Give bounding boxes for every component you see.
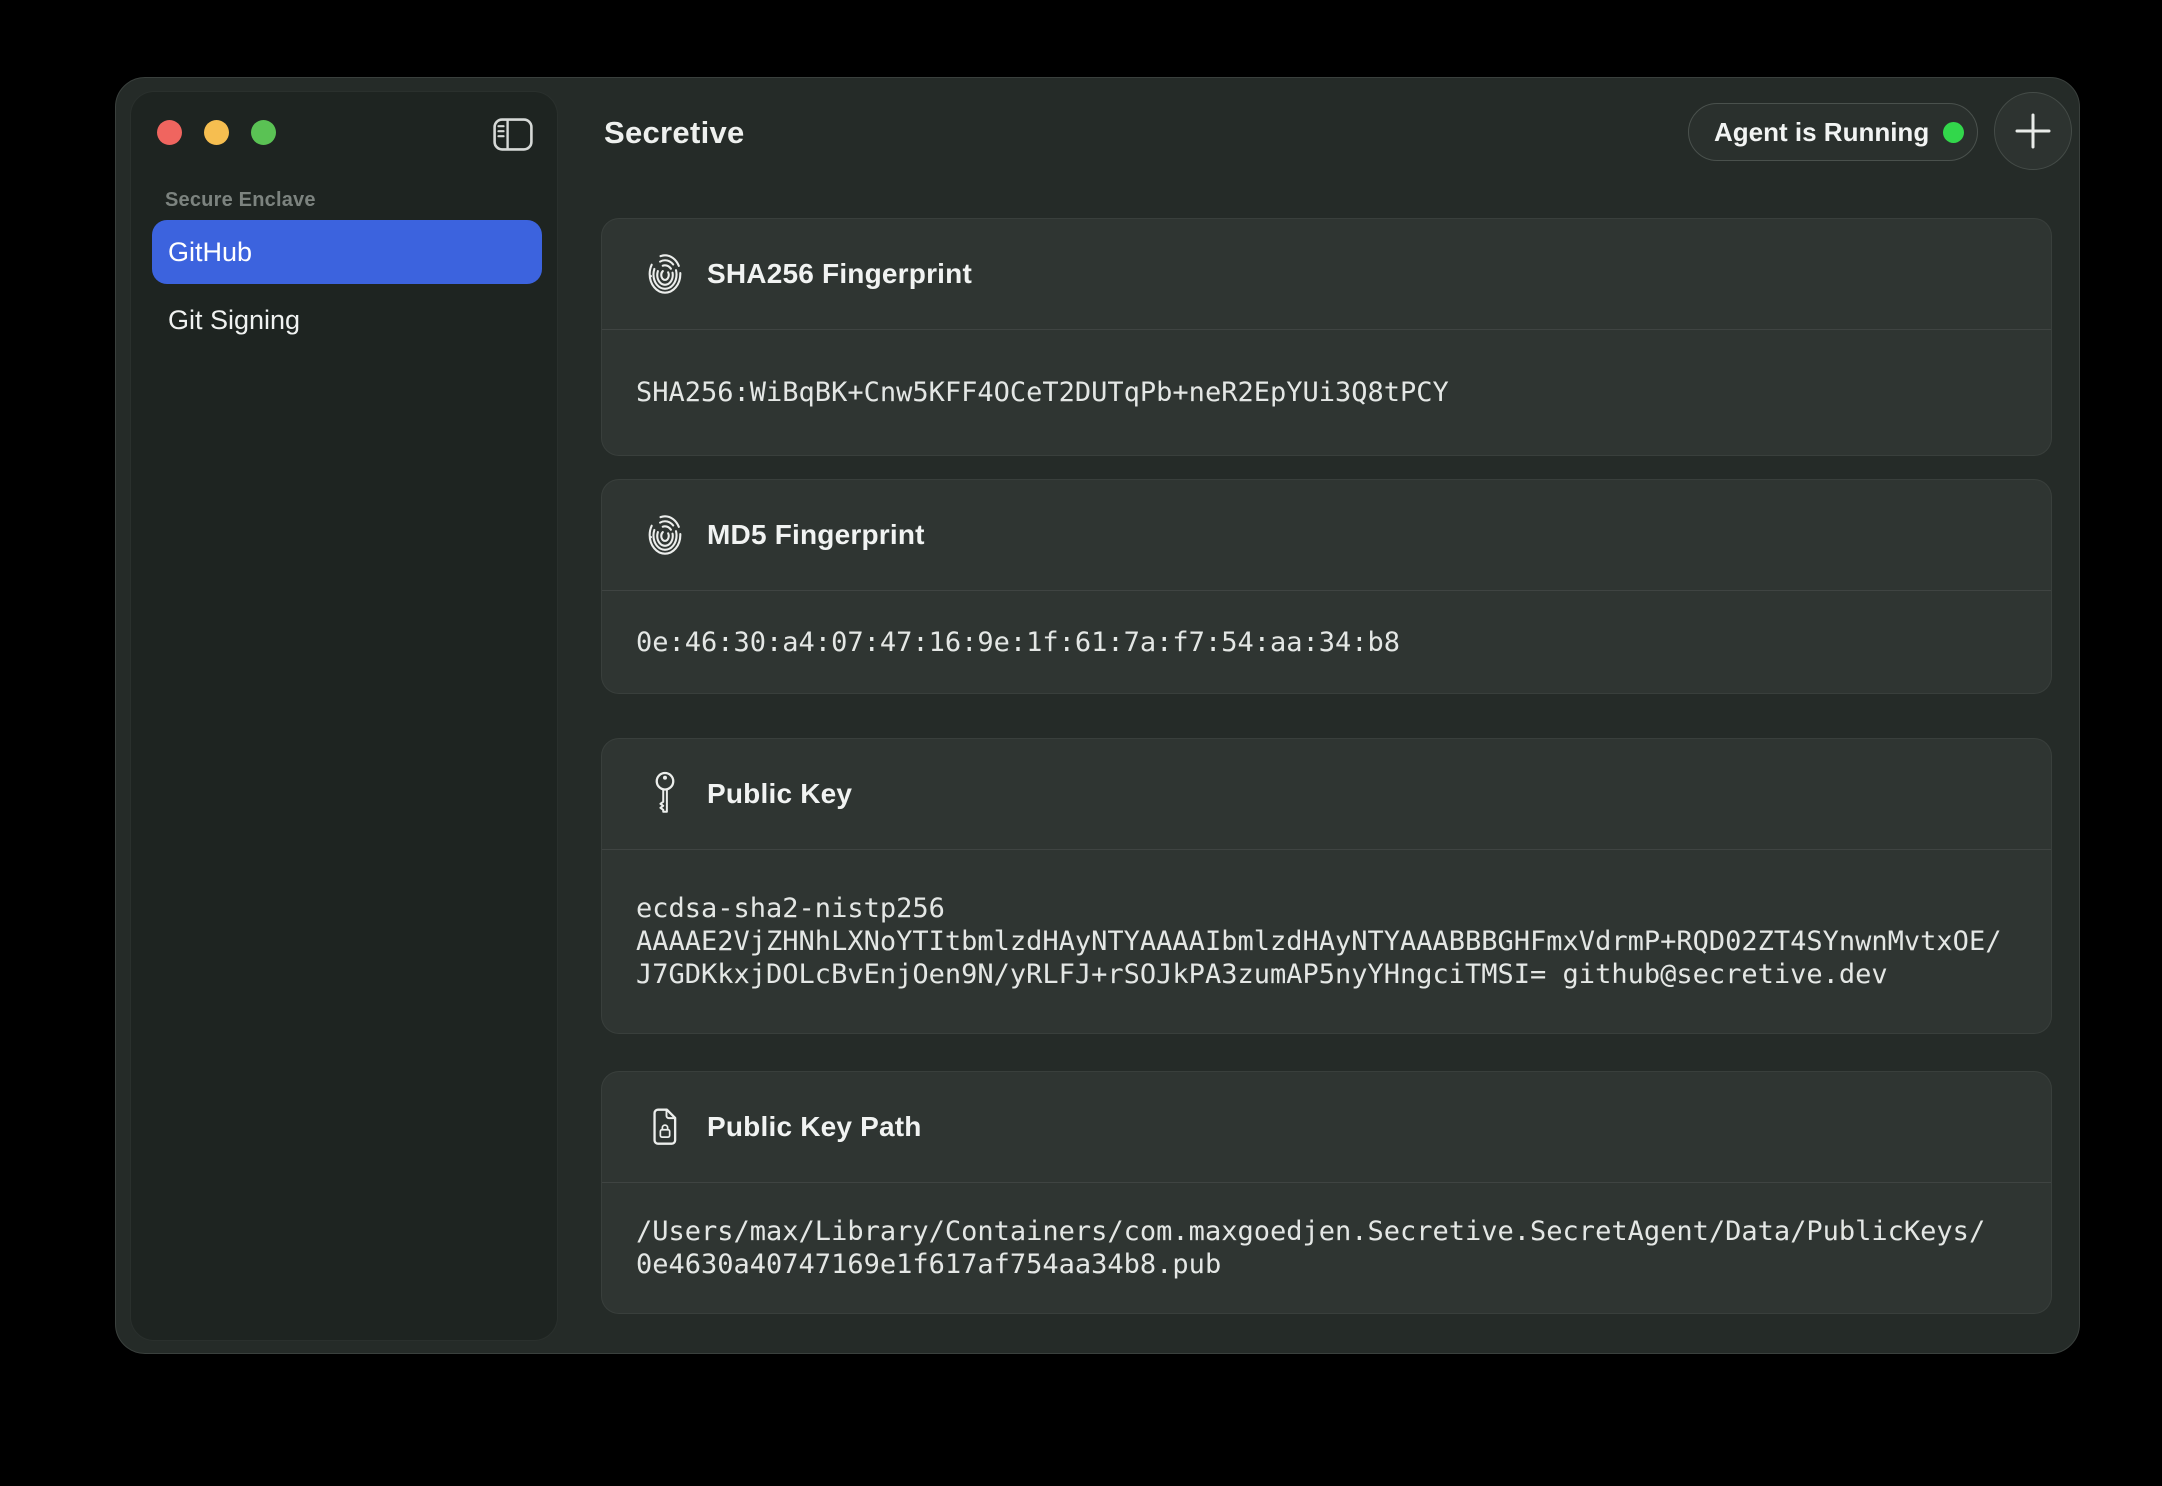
card-public-key: Public Key ecdsa-sha2-nistp256 AAAAE2VjZ… [601,738,2052,1034]
key-icon [645,771,685,817]
agent-status-label: Agent is Running [1714,117,1929,148]
card-header: Public Key [602,739,2051,849]
card-title: Public Key [707,778,852,810]
sha256-fingerprint-value: SHA256:WiBqBK+Cnw5KFF4OCeT2DUTqPb+neR2Ep… [636,376,1449,409]
close-button[interactable] [157,120,182,145]
agent-running-dot [1943,122,1964,143]
card-header: MD5 Fingerprint [602,480,2051,590]
sidebar-toggle-button[interactable] [493,116,537,152]
sidebar-section-header: Secure Enclave [165,189,316,212]
card-title: SHA256 Fingerprint [707,258,972,290]
card-title: MD5 Fingerprint [707,519,925,551]
desktop: Secure Enclave GitHub Git Signing Secret… [0,0,2162,1486]
card-body: SHA256:WiBqBK+Cnw5KFF4OCeT2DUTqPb+neR2Ep… [602,329,2051,455]
public-key-value: ecdsa-sha2-nistp256 AAAAE2VjZHNhLXNoYTIt… [636,892,2001,991]
card-md5-fingerprint: MD5 Fingerprint 0e:46:30:a4:07:47:16:9e:… [601,479,2052,694]
sidebar-item-label: GitHub [168,237,252,268]
public-key-path-value: /Users/max/Library/Containers/com.maxgoe… [636,1215,1985,1281]
doc-lock-icon [645,1108,685,1146]
fingerprint-icon [645,514,685,556]
sidebar-toggle-icon [493,118,537,151]
sidebar-item-git-signing[interactable]: Git Signing [152,292,542,348]
sidebar: Secure Enclave GitHub Git Signing [130,91,558,1341]
page-title: Secretive [604,115,745,151]
sidebar-item-github[interactable]: GitHub [152,220,542,284]
card-sha256-fingerprint: SHA256 Fingerprint SHA256:WiBqBK+Cnw5KFF… [601,218,2052,456]
card-body: /Users/max/Library/Containers/com.maxgoe… [602,1182,2051,1313]
card-title: Public Key Path [707,1111,922,1143]
agent-status-badge[interactable]: Agent is Running [1688,103,1978,161]
md5-fingerprint-value: 0e:46:30:a4:07:47:16:9e:1f:61:7a:f7:54:a… [636,626,1400,659]
card-public-key-path: Public Key Path /Users/max/Library/Conta… [601,1071,2052,1314]
card-body: ecdsa-sha2-nistp256 AAAAE2VjZHNhLXNoYTIt… [602,849,2051,1033]
traffic-lights [157,120,276,145]
minimize-button[interactable] [204,120,229,145]
app-window: Secure Enclave GitHub Git Signing Secret… [115,77,2080,1354]
sidebar-item-label: Git Signing [168,305,300,336]
card-header: Public Key Path [602,1072,2051,1182]
card-body: 0e:46:30:a4:07:47:16:9e:1f:61:7a:f7:54:a… [602,590,2051,693]
plus-icon [2012,110,2054,152]
card-header: SHA256 Fingerprint [602,219,2051,329]
fingerprint-icon [645,253,685,295]
zoom-button[interactable] [251,120,276,145]
add-secret-button[interactable] [1994,92,2072,170]
